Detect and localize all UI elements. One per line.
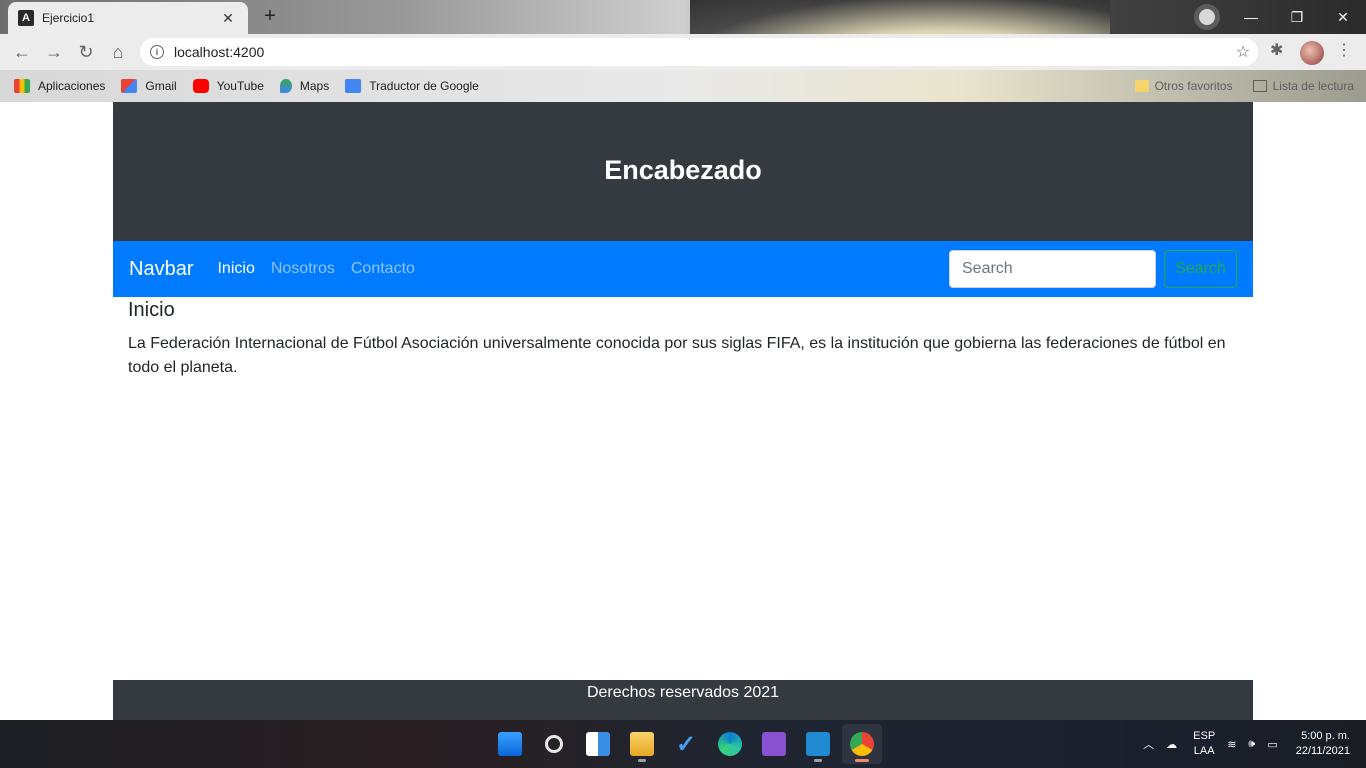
battery-icon[interactable]: ▭ [1267, 738, 1277, 751]
content-heading: Inicio [128, 299, 175, 321]
navbar-brand[interactable]: Navbar [129, 258, 193, 281]
visual-studio-icon[interactable] [754, 724, 794, 764]
extensions-puzzle-icon[interactable]: ✱ [1270, 40, 1283, 60]
file-explorer-icon[interactable] [622, 724, 662, 764]
home-icon[interactable]: ⌂ [106, 40, 130, 64]
nav-link-inicio[interactable]: Inicio [217, 260, 254, 278]
bookmark-label: YouTube [216, 79, 264, 93]
window-controls: — ❐ ✕ [1228, 0, 1366, 34]
search-icon[interactable] [534, 724, 574, 764]
bookmark-maps[interactable]: Maps [279, 79, 330, 93]
header-title: Encabezado [604, 155, 762, 185]
checkmark-icon: ✓ [675, 730, 697, 758]
language-indicator[interactable]: ESP LAA [1193, 729, 1215, 759]
browser-tab[interactable]: A Ejercicio1 ✕ [8, 2, 248, 34]
cloud-icon[interactable]: ☁ [1166, 738, 1177, 751]
running-indicator [814, 759, 822, 762]
url-text: localhost:4200 [174, 44, 265, 60]
site-info-icon[interactable]: i [150, 45, 164, 59]
folder-glyph-icon [630, 732, 654, 756]
bookmark-gmail[interactable]: Gmail [121, 79, 177, 93]
new-tab-button[interactable]: + [258, 6, 282, 28]
reload-icon[interactable]: ↻ [74, 40, 98, 64]
bookmarks-right: Otros favoritos Lista de lectura [1134, 70, 1354, 102]
tab-title: Ejercicio1 [42, 11, 95, 25]
running-indicator [638, 759, 646, 762]
bookmark-label: Aplicaciones [38, 79, 106, 93]
running-indicator [855, 759, 869, 762]
other-bookmarks[interactable]: Otros favoritos [1155, 79, 1233, 93]
windows-taskbar: ✓ ︿ ☁ ESP LAA ≋ 🕪 ▭ 5:00 p. m. 22/11/202… [0, 720, 1366, 768]
search-glyph-icon [545, 735, 563, 753]
chrome-glyph-icon [850, 732, 874, 756]
volume-icon[interactable]: 🕪 [1248, 738, 1255, 751]
widgets-icon[interactable] [578, 724, 618, 764]
bookmark-apps[interactable]: Aplicaciones [14, 79, 105, 93]
page-footer: Derechos reservados 2021 [113, 680, 1253, 720]
todo-icon[interactable]: ✓ [666, 724, 706, 764]
bookmark-youtube[interactable]: YouTube [192, 79, 264, 93]
back-arrow-icon[interactable]: ← [10, 40, 34, 64]
system-tray: ︿ ☁ ESP LAA ≋ 🕪 ▭ 5:00 p. m. 22/11/2021 [1131, 720, 1350, 768]
bookmark-label: Traductor de Google [369, 79, 479, 93]
visual-studio-glyph-icon [762, 732, 786, 756]
widgets-glyph-icon [586, 732, 610, 756]
wifi-icon[interactable]: ≋ [1227, 738, 1236, 751]
search-button[interactable]: Search [1164, 250, 1237, 288]
chrome-icon[interactable] [842, 724, 882, 764]
search-input[interactable] [949, 250, 1156, 288]
clock-date: 22/11/2021 [1295, 745, 1350, 757]
nav-link-contacto[interactable]: Contacto [351, 260, 415, 278]
reading-list-icon [1252, 80, 1267, 92]
vscode-glyph-icon [806, 732, 830, 756]
close-window-button[interactable]: ✕ [1320, 0, 1366, 34]
bookmark-label: Gmail [145, 79, 177, 93]
start-icon[interactable] [490, 724, 530, 764]
vscode-icon[interactable] [798, 724, 838, 764]
clock[interactable]: 5:00 p. m. 22/11/2021 [1296, 729, 1350, 759]
chevron-up-icon[interactable]: ︿ [1143, 736, 1154, 752]
lang-layout: LAA [1193, 745, 1215, 757]
angular-favicon-icon: A [18, 10, 34, 26]
profile-menu-icon[interactable] [1194, 4, 1220, 30]
main-content: Inicio La Federación Internacional de Fú… [128, 299, 1238, 380]
reading-list[interactable]: Lista de lectura [1273, 79, 1354, 93]
browser-menu-icon[interactable]: ⋮ [1336, 40, 1352, 60]
taskbar-apps: ✓ [488, 720, 884, 768]
minimize-button[interactable]: — [1228, 0, 1274, 34]
nav-link-nosotros[interactable]: Nosotros [271, 260, 335, 278]
folder-icon [1134, 80, 1149, 92]
tab-close-icon[interactable]: ✕ [218, 10, 238, 27]
youtube-icon [192, 79, 209, 93]
bookmark-star-icon[interactable]: ☆ [1228, 42, 1258, 62]
user-avatar[interactable] [1300, 41, 1324, 65]
bookmarks-bar: Aplicaciones Gmail YouTube Maps Traducto… [0, 70, 1366, 102]
gmail-icon [121, 79, 138, 93]
navbar-search-form: Search [949, 250, 1237, 288]
forward-arrow-icon[interactable]: → [42, 40, 66, 64]
navbar: Navbar Inicio Nosotros Contacto Search [113, 241, 1253, 297]
windows-logo-icon [498, 732, 522, 756]
address-bar[interactable]: i localhost:4200 ☆ [140, 38, 1258, 66]
clock-time: 5:00 p. m. [1301, 730, 1350, 742]
lang-code: ESP [1193, 730, 1216, 742]
translate-icon [345, 79, 362, 93]
apps-grid-icon [14, 79, 30, 93]
bookmark-label: Maps [299, 79, 330, 93]
page-header: Encabezado [113, 102, 1253, 241]
edge-icon[interactable] [710, 724, 750, 764]
page-container: Encabezado Navbar Inicio Nosotros Contac… [113, 102, 1253, 720]
browser-tabstrip: A Ejercicio1 ✕ + — ❐ ✕ [0, 0, 1366, 102]
restore-button[interactable]: ❐ [1274, 0, 1320, 34]
content-paragraph: La Federación Internacional de Fútbol As… [128, 335, 1226, 376]
bookmark-translate[interactable]: Traductor de Google [345, 79, 479, 93]
browser-toolbar: ← → ↻ ⌂ i localhost:4200 ☆ [0, 34, 1366, 70]
maps-icon [279, 79, 292, 93]
edge-glyph-icon [718, 732, 742, 756]
